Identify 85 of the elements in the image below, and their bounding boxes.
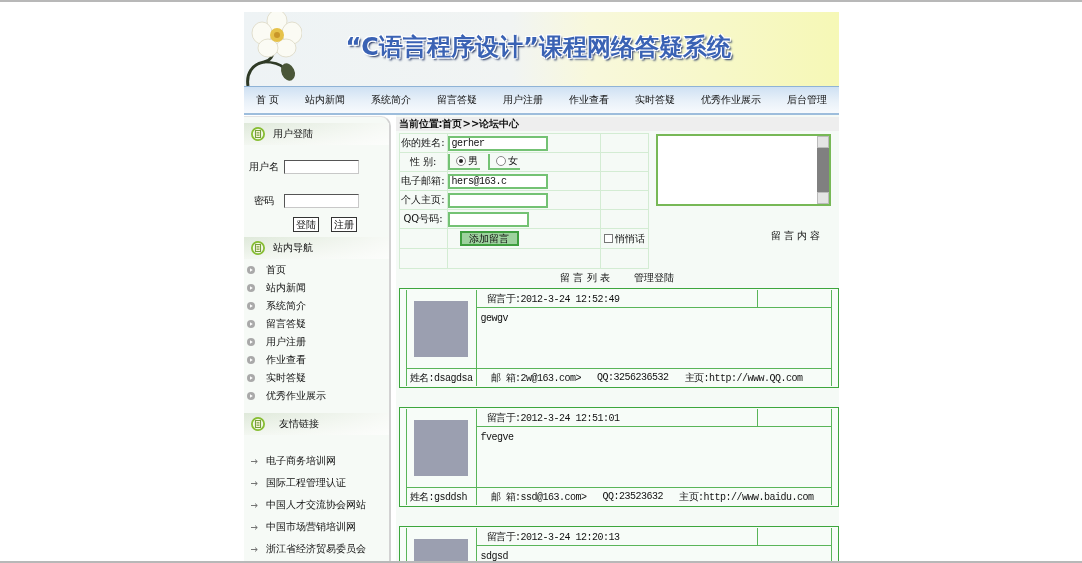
sidebar-nav-link[interactable]: 用户注册 bbox=[246, 333, 389, 351]
arrow-icon bbox=[250, 546, 258, 552]
friend-link[interactable]: 中国市场营销培训网 bbox=[250, 516, 389, 538]
sidebar-nav-link[interactable]: 优秀作业展示 bbox=[246, 387, 389, 405]
friend-link[interactable]: 电子商务培训网 bbox=[250, 450, 389, 472]
radio-button[interactable] bbox=[455, 156, 466, 166]
radio-label: 女 bbox=[507, 154, 518, 168]
author-qq: QQ:3256236532 bbox=[597, 372, 669, 383]
sidebar-nav-link[interactable]: 留言答疑 bbox=[246, 315, 389, 333]
add-message-button[interactable]: 添加留言 bbox=[459, 231, 519, 246]
avatar-placeholder bbox=[414, 301, 468, 357]
breadcrumb: 当前位置:首页>>论坛中心 bbox=[395, 117, 839, 131]
friend-link[interactable]: 中国人才交流协会网站 bbox=[250, 494, 389, 516]
play-circle-icon bbox=[246, 338, 255, 346]
arrow-icon bbox=[250, 458, 258, 464]
message-text: fvegve bbox=[480, 432, 514, 443]
arrow-icon bbox=[250, 502, 258, 508]
author-qq: QQ:23523632 bbox=[602, 491, 664, 502]
section-title: 友情链接 bbox=[278, 417, 319, 431]
nav-link[interactable]: 后台管理 bbox=[787, 93, 828, 107]
text-input[interactable]: gerher bbox=[447, 135, 548, 151]
list-link[interactable]: 管理登陆 bbox=[633, 271, 674, 284]
document-icon bbox=[250, 417, 265, 431]
field-label: 密码 bbox=[252, 194, 275, 208]
field-label: 个人主页: bbox=[401, 193, 445, 207]
play-circle-icon bbox=[246, 284, 255, 292]
play-circle-icon bbox=[246, 374, 255, 382]
checkbox-label: 悄悄话 bbox=[614, 231, 645, 246]
field-label: 电子邮箱: bbox=[401, 174, 445, 188]
arrow-icon bbox=[250, 480, 258, 486]
message-textarea[interactable] bbox=[655, 134, 831, 206]
friend-link[interactable]: 浙江省经济贸易委员会 bbox=[250, 538, 389, 560]
author-name: 姓名:dsagdsa bbox=[409, 371, 473, 385]
play-circle-icon bbox=[246, 302, 255, 310]
nav-link[interactable]: 作业查看 bbox=[569, 93, 610, 107]
friend-link[interactable]: 国际工程管理认证 bbox=[250, 472, 389, 494]
sidebar-nav-link[interactable]: 首页 bbox=[246, 261, 389, 279]
sidebar-nav-link[interactable]: 实时答疑 bbox=[246, 369, 389, 387]
author-name: 姓名:gsddsh bbox=[409, 490, 467, 504]
document-icon bbox=[250, 127, 265, 141]
section-title: 用户登陆 bbox=[272, 127, 313, 141]
arrow-icon bbox=[250, 524, 258, 530]
author-homepage: 主页:http://www.QQ.com bbox=[684, 371, 803, 385]
site-title: “C语言程序设计”课程网络答疑系统 bbox=[345, 32, 731, 63]
play-circle-icon bbox=[246, 356, 255, 364]
play-circle-icon bbox=[246, 320, 255, 328]
posted-time: 留言于:2012-3-24 12:51:01 bbox=[486, 411, 620, 425]
message-text: gewgv bbox=[480, 313, 508, 324]
field-label: 性 别: bbox=[409, 155, 437, 169]
author-email: 邮 箱:ssd@163.com> bbox=[490, 490, 587, 504]
message-text: sdgsd bbox=[480, 551, 508, 561]
nav-link[interactable]: 实时答疑 bbox=[635, 93, 676, 107]
list-link[interactable]: 留 言 列 表 bbox=[560, 271, 610, 284]
radio-button[interactable] bbox=[495, 156, 506, 166]
section-title: 站内导航 bbox=[272, 241, 313, 255]
field-label: 你的姓名: bbox=[401, 136, 445, 150]
avatar-placeholder bbox=[414, 420, 468, 476]
document-icon bbox=[250, 241, 265, 255]
form-button[interactable]: 注册 bbox=[330, 217, 357, 232]
text-input[interactable] bbox=[447, 192, 548, 208]
play-circle-icon bbox=[246, 392, 255, 400]
nav-link[interactable]: 用户注册 bbox=[503, 93, 544, 107]
sidebar-nav-link[interactable]: 作业查看 bbox=[246, 351, 389, 369]
nav-link[interactable]: 站内新闻 bbox=[304, 93, 345, 107]
content-label: 留 言 内 容 bbox=[770, 230, 821, 241]
sidebar-nav-link[interactable]: 站内新闻 bbox=[246, 279, 389, 297]
nav-link[interactable]: 留言答疑 bbox=[436, 93, 477, 107]
field-label: 用户名 bbox=[248, 160, 279, 174]
sidebar-nav-link[interactable]: 系统简介 bbox=[246, 297, 389, 315]
text-input[interactable] bbox=[283, 160, 359, 174]
play-circle-icon bbox=[246, 266, 255, 274]
nav-link[interactable]: 优秀作业展示 bbox=[701, 93, 762, 107]
author-email: 邮 箱:2w@163.com> bbox=[490, 371, 581, 385]
nav-link[interactable]: 首 页 bbox=[255, 93, 279, 107]
text-input[interactable]: hers@163.c bbox=[447, 173, 548, 189]
text-input[interactable] bbox=[283, 194, 359, 208]
text-input[interactable] bbox=[447, 211, 529, 227]
form-button[interactable]: 登陆 bbox=[292, 217, 319, 232]
posted-time: 留言于:2012-3-24 12:20:13 bbox=[486, 530, 620, 544]
field-label: QQ号码: bbox=[403, 212, 443, 226]
author-homepage: 主页:http://www.baidu.com bbox=[679, 490, 814, 504]
radio-label: 男 bbox=[467, 154, 478, 168]
checkbox[interactable] bbox=[603, 234, 613, 243]
nav-link[interactable]: 系统简介 bbox=[370, 93, 411, 107]
posted-time: 留言于:2012-3-24 12:52:49 bbox=[486, 292, 620, 306]
